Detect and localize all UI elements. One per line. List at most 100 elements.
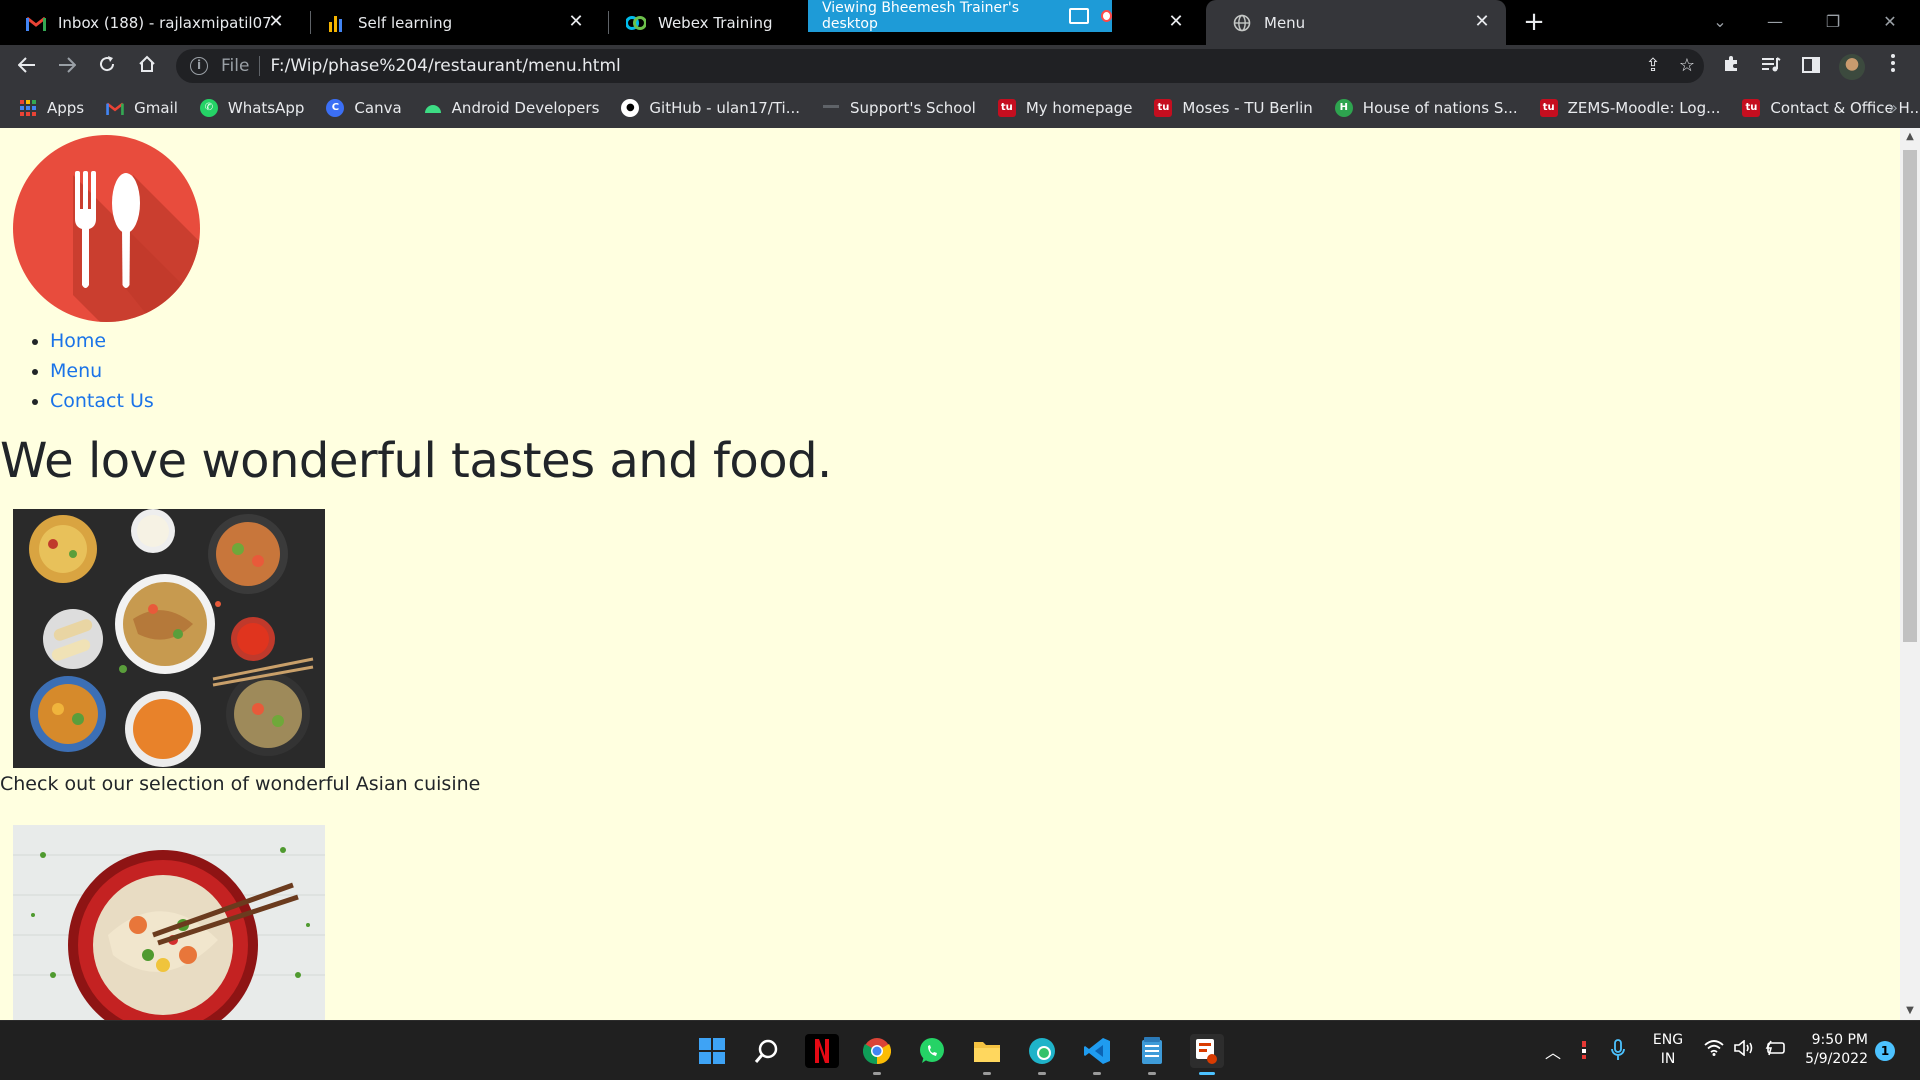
tab-self-learning[interactable]: Self learning ✕ <box>300 0 600 45</box>
webex-icon <box>626 13 646 33</box>
notification-badge[interactable]: 1 <box>1875 1041 1895 1061</box>
school-icon <box>822 99 840 117</box>
bookmark-label: GitHub - ulan17/Ti... <box>649 98 801 117</box>
screen-share-banner[interactable]: Viewing Bheemesh Trainer's desktop <box>808 0 1112 32</box>
gmail-icon <box>106 99 124 117</box>
browser-toolbar: i File F:/Wip/phase%204/restaurant/menu.… <box>0 45 1920 87</box>
edge-icon[interactable] <box>1025 1034 1059 1075</box>
volume-icon[interactable] <box>1734 1039 1754 1060</box>
bookmark-zems-moodle[interactable]: tu ZEMS-Moodle: Log... <box>1539 98 1720 117</box>
input-language-indicator[interactable]: ENG IN <box>1650 1031 1686 1069</box>
tu-icon: tu <box>997 98 1016 117</box>
restore-button[interactable]: ❐ <box>1813 8 1853 36</box>
apps-grid-icon <box>19 99 37 117</box>
chrome-icon[interactable] <box>860 1034 894 1075</box>
bookmark-label: Android Developers <box>451 98 600 117</box>
bookmark-android-developers[interactable]: Android Developers <box>424 98 600 117</box>
search-icon[interactable] <box>750 1034 784 1068</box>
new-tab-button[interactable]: + <box>1520 8 1548 36</box>
whatsapp-icon: ✆ <box>199 98 218 117</box>
file-explorer-icon[interactable] <box>970 1034 1004 1075</box>
tab-title: Inbox (188) - rajlaxmipatil077@gm <box>58 13 274 32</box>
bookmark-moses-tu-berlin[interactable]: tu Moses - TU Berlin <box>1154 98 1313 117</box>
whatsapp-icon[interactable] <box>915 1034 949 1068</box>
nav-item-menu: Menu <box>50 356 154 386</box>
nav-link-menu[interactable]: Menu <box>50 360 102 382</box>
info-icon[interactable]: i <box>190 57 208 75</box>
battery-icon[interactable] <box>1764 1040 1786 1060</box>
bookmark-label: WhatsApp <box>227 98 305 117</box>
home-button[interactable] <box>132 51 162 81</box>
clock[interactable]: 9:50 PM 5/9/2022 <box>1800 1031 1868 1069</box>
puzzle-icon <box>1725 56 1737 71</box>
asian-dishes-image <box>13 509 325 768</box>
url-text[interactable]: F:/Wip/phase%204/restaurant/menu.html <box>270 56 620 76</box>
bookmark-apps[interactable]: Apps <box>19 99 84 117</box>
tab-close-icon[interactable]: ✕ <box>566 12 586 32</box>
scroll-down-arrow-icon[interactable]: ▼ <box>1900 1002 1920 1020</box>
vscode-icon[interactable] <box>1080 1034 1114 1075</box>
tab-title: Menu <box>1264 13 1306 32</box>
running-indicator <box>1038 1072 1046 1075</box>
nav-link-home[interactable]: Home <box>50 330 106 352</box>
wifi-icon[interactable] <box>1704 1040 1724 1060</box>
minimize-button[interactable]: — <box>1755 8 1795 36</box>
scrollbar-thumb[interactable] <box>1903 150 1917 642</box>
tu-berlin-icon: tu <box>1742 98 1761 117</box>
home-icon <box>139 55 155 72</box>
bookmark-label: Apps <box>47 98 85 117</box>
tab-menu[interactable]: Menu ✕ <box>1206 0 1506 45</box>
bookmark-supports-school[interactable]: Support's School <box>822 99 976 117</box>
notepad-icon[interactable] <box>1135 1034 1169 1075</box>
bookmark-gmail[interactable]: Gmail <box>106 99 178 117</box>
house-of-nations-icon: H <box>1334 98 1353 117</box>
bookmarks-bar: Apps Gmail ✆ WhatsApp C Canva Android De… <box>0 87 1920 128</box>
tab-close-icon[interactable]: ✕ <box>1472 12 1492 32</box>
restaurant-logo <box>13 135 200 322</box>
extensions-button[interactable] <box>1716 51 1746 81</box>
snipping-tool-icon[interactable] <box>1190 1034 1224 1075</box>
running-indicator <box>1199 1072 1215 1075</box>
close-window-button[interactable]: ✕ <box>1870 8 1910 36</box>
tab-gmail-inbox[interactable]: Inbox (188) - rajlaxmipatil077@gm ✕ <box>0 0 300 45</box>
tab-search-icon[interactable]: ⌄ <box>1700 8 1740 36</box>
bookmark-label: Canva <box>354 98 402 117</box>
tu-berlin-icon: tu <box>1154 98 1173 117</box>
forward-arrow-icon <box>59 57 77 73</box>
bookmark-label: House of nations S... <box>1362 98 1518 117</box>
tray-app-icon[interactable] <box>1580 1041 1588 1063</box>
page-scrollbar[interactable]: ▲ ▼ <box>1900 128 1920 1020</box>
microphone-icon[interactable] <box>1610 1039 1626 1065</box>
share-icon[interactable]: ⇪ <box>1640 53 1666 79</box>
bookmark-my-homepage[interactable]: tu My homepage <box>997 98 1133 117</box>
side-panel-button[interactable] <box>1796 51 1826 81</box>
bookmark-star-icon[interactable]: ☆ <box>1674 53 1700 79</box>
bookmark-whatsapp[interactable]: ✆ WhatsApp <box>199 98 305 117</box>
nav-item-contact: Contact Us <box>50 386 154 416</box>
more-bookmarks-icon[interactable]: » <box>1888 98 1898 117</box>
forward-button[interactable] <box>52 51 82 81</box>
media-controls-button[interactable] <box>1756 51 1786 81</box>
tab-close-icon[interactable]: ✕ <box>1166 12 1186 32</box>
back-button[interactable] <box>12 51 42 81</box>
bookmark-house-of-nations[interactable]: H House of nations S... <box>1334 98 1518 117</box>
profile-avatar[interactable] <box>1839 54 1865 80</box>
address-bar[interactable]: i File F:/Wip/phase%204/restaurant/menu.… <box>176 49 1704 83</box>
bookmark-label: Support's School <box>850 98 976 117</box>
reload-button[interactable] <box>92 51 122 81</box>
show-hidden-icons-icon[interactable]: ︿ <box>1545 1039 1561 1063</box>
browser-menu-button[interactable] <box>1878 51 1908 81</box>
netflix-icon[interactable] <box>805 1034 839 1068</box>
globe-icon <box>1232 13 1252 33</box>
running-indicator <box>873 1072 881 1075</box>
bookmark-label: Gmail <box>134 98 178 117</box>
bar-chart-icon <box>326 13 346 33</box>
nav-link-contact-us[interactable]: Contact Us <box>50 390 154 412</box>
scroll-up-arrow-icon[interactable]: ▲ <box>1900 128 1920 146</box>
bookmark-label: My homepage <box>1025 98 1133 117</box>
bookmark-canva[interactable]: C Canva <box>326 98 402 117</box>
bookmark-github[interactable]: ● GitHub - ulan17/Ti... <box>621 98 801 117</box>
github-icon: ● <box>621 98 640 117</box>
windows-start-icon[interactable] <box>695 1034 729 1068</box>
tab-close-icon[interactable]: ✕ <box>266 12 286 32</box>
